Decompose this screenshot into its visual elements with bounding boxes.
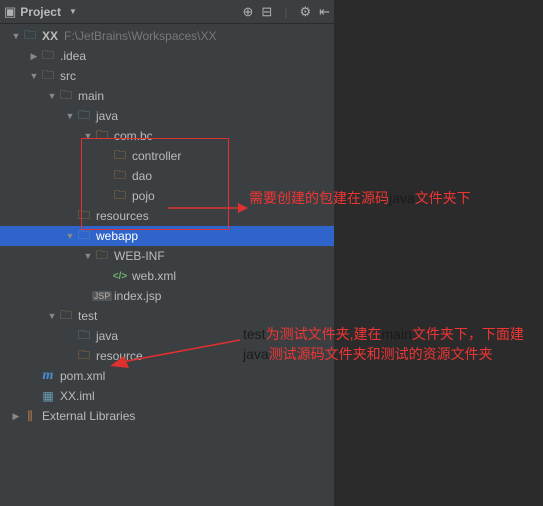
dropdown-icon[interactable]: ▼ — [69, 7, 77, 16]
source-folder-icon: 🗀 — [76, 328, 92, 344]
tree-item-label: java — [96, 329, 118, 343]
scroll-from-source-icon[interactable]: ⊕ — [243, 4, 254, 20]
tree-item[interactable]: ▶▦XX.iml — [0, 386, 334, 406]
tree-item[interactable]: ▼🗀 java — [0, 106, 334, 126]
chevron-down-icon[interactable]: ▼ — [64, 111, 76, 121]
tree-item-label: XX.iml — [60, 389, 95, 403]
tree-item-label: src — [60, 69, 76, 83]
tree-item[interactable]: ▼🗀 main — [0, 86, 334, 106]
tree-item[interactable]: ▶🗀java — [0, 326, 334, 346]
tree-item[interactable]: ▶🗀 .idea — [0, 46, 334, 66]
tree-item[interactable]: ▶🗀resources — [0, 206, 334, 226]
tree-item-label: webapp — [96, 229, 138, 243]
tree-item-label: pom.xml — [60, 369, 105, 383]
folder-icon: 🗀 — [40, 48, 56, 64]
tree-item[interactable]: ▶🗀resource — [0, 346, 334, 366]
tree-item[interactable]: ▶mpom.xml — [0, 366, 334, 386]
folder-icon: 🗀 — [94, 248, 110, 264]
folder-icon: 🗀 — [40, 68, 56, 84]
hide-icon[interactable]: ⇤ — [319, 4, 330, 20]
tree-item[interactable]: ▶🗀pojo — [0, 186, 334, 206]
gear-icon[interactable]: ⚙ — [299, 4, 311, 20]
tree-item-label: com.bc — [114, 129, 153, 143]
tree-item[interactable]: ▼🗀 XX F:\JetBrains\Workspaces\XX — [0, 26, 334, 46]
tree-item[interactable]: ▶⫼ External Libraries — [0, 406, 334, 426]
tree-item-label: test — [78, 309, 97, 323]
folder-icon: 🗀 — [58, 88, 74, 104]
collapse-all-icon[interactable]: ⊟ — [261, 4, 272, 20]
libraries-icon: ⫼ — [22, 408, 38, 424]
package-icon: 🗀 — [112, 188, 128, 204]
tree-item[interactable]: ▼🗀 WEB-INF — [0, 246, 334, 266]
tree-item-label: External Libraries — [42, 409, 135, 423]
tree-item[interactable]: ▼🗀 com.bc — [0, 126, 334, 146]
chevron-down-icon[interactable]: ▼ — [82, 251, 94, 261]
chevron-down-icon[interactable]: ▼ — [64, 231, 76, 241]
tree-item-label: .idea — [60, 49, 86, 63]
tree-item-label: resources — [96, 209, 149, 223]
module-icon: 🗀 — [22, 28, 38, 44]
jsp-file-icon: JSP — [94, 288, 110, 304]
folder-icon: 🗀 — [58, 308, 74, 324]
tree-item-path: F:\JetBrains\Workspaces\XX — [64, 29, 217, 43]
tree-item-label: index.jsp — [114, 289, 161, 303]
chevron-right-icon[interactable]: ▶ — [10, 411, 22, 422]
tree-item-label: main — [78, 89, 104, 103]
tree-item[interactable]: ▼🗀 src — [0, 66, 334, 86]
source-folder-icon: 🗀 — [76, 108, 92, 124]
tree-item-label: controller — [132, 149, 181, 163]
resources-folder-icon: 🗀 — [76, 208, 92, 224]
tree-item-label: java — [96, 109, 118, 123]
tree-item[interactable]: ▶JSPindex.jsp — [0, 286, 334, 306]
package-icon: 🗀 — [94, 128, 110, 144]
tree-item-label: dao — [132, 169, 152, 183]
project-view-icon: ▣ — [4, 4, 16, 20]
project-tree: ▼🗀XXF:\JetBrains\Workspaces\XX▶🗀.idea▼🗀s… — [0, 24, 334, 426]
tree-item[interactable]: ▶🗀controller — [0, 146, 334, 166]
package-icon: 🗀 — [112, 148, 128, 164]
iml-file-icon: ▦ — [40, 388, 56, 404]
chevron-down-icon[interactable]: ▼ — [46, 91, 58, 101]
tree-item-label: resource — [96, 349, 143, 363]
tree-item-label: pojo — [132, 189, 155, 203]
tree-item[interactable]: ▼🗀 webapp — [0, 226, 334, 246]
source-folder-icon: 🗀 — [76, 228, 92, 244]
tree-item-label: WEB-INF — [114, 249, 165, 263]
tree-item[interactable]: ▶</>web.xml — [0, 266, 334, 286]
xml-file-icon: </> — [112, 268, 128, 284]
chevron-down-icon[interactable]: ▼ — [10, 31, 22, 41]
chevron-down-icon[interactable]: ▼ — [46, 311, 58, 321]
chevron-down-icon[interactable]: ▼ — [82, 131, 94, 141]
chevron-down-icon[interactable]: ▼ — [28, 71, 40, 81]
project-toolbar: ▣ Project ▼ ⊕ ⊟ | ⚙ ⇤ — [0, 0, 334, 24]
tree-item[interactable]: ▼🗀 test — [0, 306, 334, 326]
resources-folder-icon: 🗀 — [76, 348, 92, 364]
project-title[interactable]: Project — [20, 5, 61, 19]
chevron-right-icon[interactable]: ▶ — [28, 51, 40, 62]
tree-item[interactable]: ▶🗀dao — [0, 166, 334, 186]
maven-icon: m — [40, 368, 56, 384]
package-icon: 🗀 — [112, 168, 128, 184]
tree-item-label: web.xml — [132, 269, 176, 283]
tree-item-label: XX — [42, 29, 58, 43]
